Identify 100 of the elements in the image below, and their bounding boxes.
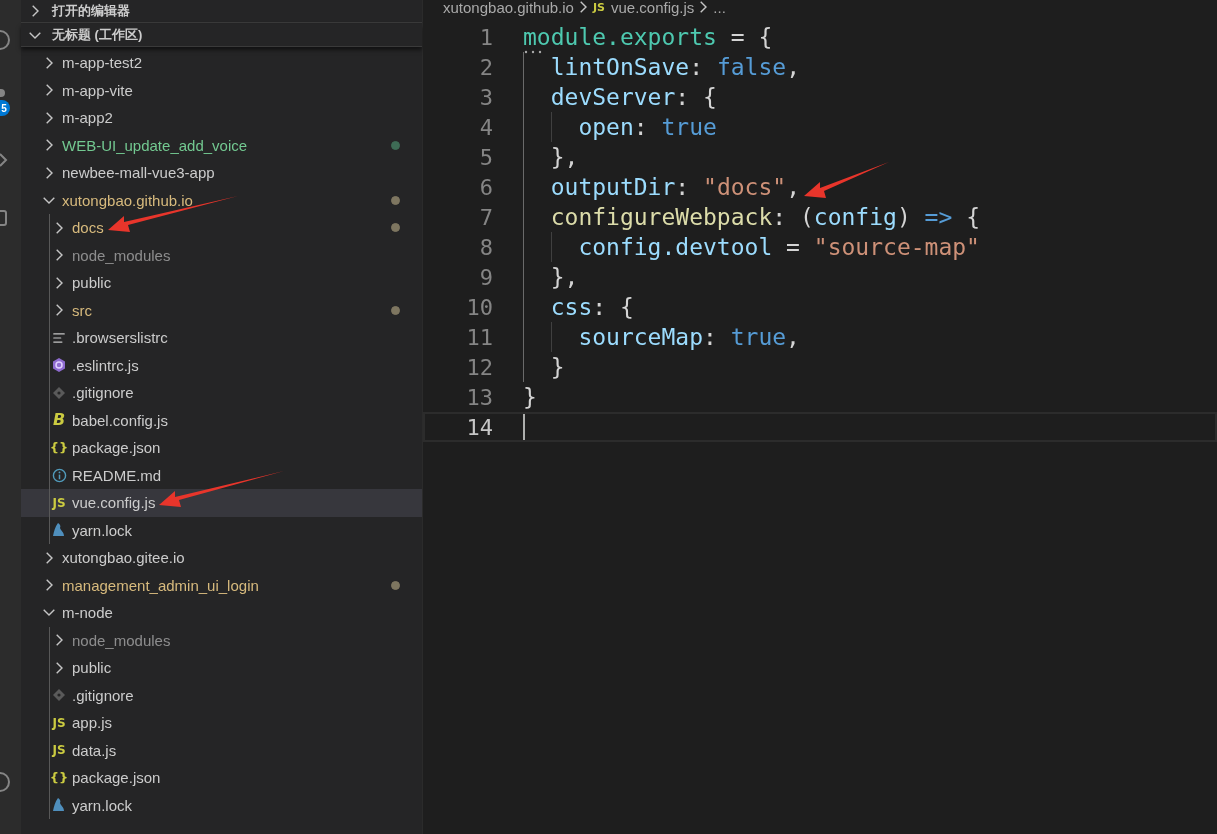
section-header[interactable]: 打开的编辑器 xyxy=(21,0,422,23)
file-item[interactable]: yarn.lock xyxy=(21,791,422,819)
file-item[interactable]: .gitignore xyxy=(21,681,422,709)
code-line: open: true xyxy=(523,112,717,142)
code-line: outputDir: "docs", xyxy=(523,172,800,202)
item-name: node_modules xyxy=(72,246,171,264)
file-item[interactable]: B babel.config.js xyxy=(21,406,422,434)
item-name: public xyxy=(72,659,112,677)
chevron-right-icon xyxy=(700,1,708,13)
line-number: 9 xyxy=(478,264,494,290)
breadcrumb-item[interactable]: vue.config.js xyxy=(610,0,695,16)
code-line: config.devtool = "source-map" xyxy=(523,232,980,262)
code-line: devServer: { xyxy=(523,82,717,112)
folder-item[interactable]: m-node xyxy=(21,599,422,627)
folder-item[interactable]: m-app-vite xyxy=(21,76,422,104)
section-header[interactable]: 无标题 (工作区) xyxy=(21,24,422,47)
item-name: package.json xyxy=(72,769,161,787)
breadcrumb-item[interactable]: ... xyxy=(713,0,726,16)
code-line: } xyxy=(523,383,537,412)
folder-item[interactable]: node_modules xyxy=(21,626,422,654)
item-name: docs xyxy=(72,219,104,237)
folder-item[interactable]: m-app-test2 xyxy=(21,49,422,77)
code-line: css: { xyxy=(523,292,634,322)
line-number: 4 xyxy=(478,114,494,140)
lines-icon xyxy=(52,330,66,345)
braces-icon: {} xyxy=(49,771,69,785)
file-item[interactable]: {} package.json xyxy=(21,764,422,792)
code-line: lintOnSave: false, xyxy=(523,52,800,82)
item-name: src xyxy=(72,301,92,319)
folder-item[interactable]: public xyxy=(21,269,422,297)
item-name: node_modules xyxy=(72,631,171,649)
line-number: 12 xyxy=(465,354,494,380)
file-item[interactable]: .browserslistrc xyxy=(21,324,422,352)
item-name: newbee-mall-vue3-app xyxy=(62,164,215,182)
code-line: configureWebpack: (config) => { xyxy=(523,202,980,232)
item-name: xutongbao.github.io xyxy=(62,191,193,209)
code-line: }, xyxy=(523,262,579,292)
folder-item[interactable]: src xyxy=(21,296,422,324)
item-name: yarn.lock xyxy=(72,796,133,814)
js-icon: JS xyxy=(592,1,605,13)
hexagon-icon xyxy=(51,357,67,374)
item-name: public xyxy=(72,274,112,292)
section-title: 无标题 (工作区) xyxy=(52,26,143,44)
line-number: 7 xyxy=(478,204,494,230)
item-name: yarn.lock xyxy=(72,521,133,539)
folder-item[interactable]: xutongbao.gitee.io xyxy=(21,544,422,572)
item-name: m-node xyxy=(62,604,113,622)
file-item[interactable]: yarn.lock xyxy=(21,516,422,544)
item-name: babel.config.js xyxy=(72,411,168,429)
code-line: } xyxy=(523,352,565,382)
item-name: .browserslistrc xyxy=(72,329,168,347)
folder-item[interactable]: public xyxy=(21,654,422,682)
line-number: 11 xyxy=(465,324,494,350)
folder-item[interactable]: docs xyxy=(21,214,422,242)
file-icon xyxy=(52,522,66,539)
code-line: }, xyxy=(523,142,579,172)
code-line: sourceMap: true, xyxy=(523,322,800,352)
info-icon xyxy=(51,467,67,483)
line-number: 3 xyxy=(478,84,494,110)
chevron-right-icon xyxy=(579,1,587,13)
chevron-icon[interactable] xyxy=(0,152,10,168)
line-number: 10 xyxy=(465,294,494,320)
folder-item[interactable]: WEB-UI_update_add_voice xyxy=(21,131,422,159)
braces-icon: {} xyxy=(49,441,69,455)
diamond-icon xyxy=(52,385,66,400)
line-number: 1 xyxy=(478,24,494,50)
file-item[interactable]: .eslintrc.js xyxy=(21,351,422,379)
line-number: 8 xyxy=(478,234,494,260)
item-name: .eslintrc.js xyxy=(72,356,139,374)
item-name: m-app-vite xyxy=(62,81,133,99)
file-icon xyxy=(52,797,66,814)
line-number: 5 xyxy=(478,144,494,170)
breadcrumb-item[interactable]: xutongbao.github.io xyxy=(443,0,574,16)
folder-item[interactable]: management_admin_ui_login xyxy=(21,571,422,599)
item-name: app.js xyxy=(72,714,113,732)
item-name: README.md xyxy=(72,466,162,484)
line-number: 2 xyxy=(478,54,494,80)
diamond-icon xyxy=(52,688,66,703)
line-number: 13 xyxy=(465,384,494,410)
item-name: package.json xyxy=(72,439,161,457)
code-line: module.exports = { xyxy=(523,22,773,52)
line-number: 14 xyxy=(465,414,494,440)
item-name: management_admin_ui_login xyxy=(62,576,259,594)
folder-item[interactable]: newbee-mall-vue3-app xyxy=(21,159,422,187)
item-name: .gitignore xyxy=(72,384,134,402)
folder-item[interactable]: m-app2 xyxy=(21,104,422,132)
file-item[interactable]: README.md xyxy=(21,461,422,489)
folder-item[interactable]: node_modules xyxy=(21,241,422,269)
item-name: m-app-test2 xyxy=(62,54,143,72)
babel-icon: B xyxy=(52,412,66,429)
item-name: xutongbao.gitee.io xyxy=(62,549,185,567)
js-icon: JS xyxy=(52,744,66,757)
file-item[interactable]: .gitignore xyxy=(21,379,422,407)
file-item[interactable]: JS data.js xyxy=(21,736,422,764)
js-icon: JS xyxy=(52,496,66,509)
file-item[interactable]: JS app.js xyxy=(21,709,422,737)
file-item[interactable]: {} package.json xyxy=(21,434,422,462)
js-icon: JS xyxy=(52,716,66,729)
account-icon[interactable] xyxy=(0,770,12,794)
item-name: .gitignore xyxy=(72,686,134,704)
